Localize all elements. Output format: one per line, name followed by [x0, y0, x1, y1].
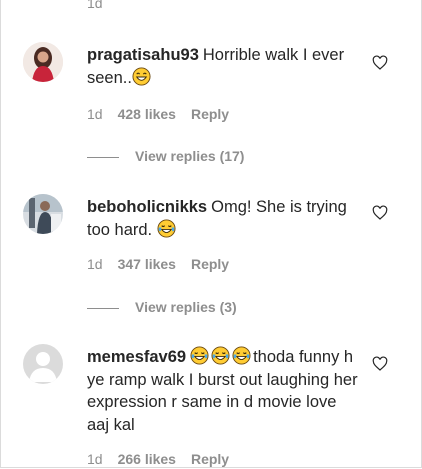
avatar[interactable] — [23, 344, 63, 384]
comment-body: beboholicnikks Omg! She is trying too har… — [87, 196, 359, 241]
avatar[interactable] — [23, 194, 63, 234]
like-heart-icon[interactable] — [372, 356, 388, 372]
tears-of-joy-emoji-icon — [232, 346, 251, 365]
view-replies-button[interactable]: View replies (17) — [87, 148, 244, 164]
tears-of-joy-emoji-icon — [211, 346, 230, 365]
replies-divider — [87, 307, 119, 309]
comment-meta: 1d 347 likes Reply — [87, 256, 244, 272]
previous-comment-timestamp: 1d — [87, 0, 103, 11]
reply-button[interactable]: Reply — [191, 256, 229, 272]
comment-username[interactable]: memesfav69 — [87, 348, 186, 366]
view-replies-label[interactable]: View replies (3) — [135, 299, 237, 315]
comment-timestamp: 1d — [87, 106, 103, 122]
likes-count[interactable]: 266 likes — [118, 451, 176, 467]
like-heart-icon[interactable] — [372, 55, 388, 71]
reply-button[interactable]: Reply — [191, 106, 229, 122]
view-replies-button[interactable]: View replies (3) — [87, 299, 237, 315]
tears-of-joy-emoji-icon — [190, 346, 209, 365]
comment-body: memesfav69 thoda funny h ye ramp walk I b… — [87, 346, 359, 436]
grinning-face-emoji-icon — [132, 66, 151, 86]
comment-username[interactable]: beboholicnikks — [87, 198, 207, 216]
likes-count[interactable]: 428 likes — [118, 106, 176, 122]
comment-timestamp: 1d — [87, 451, 103, 467]
comment-meta: 1d 428 likes Reply — [87, 106, 244, 122]
comment-body: pragatisahu93 Horrible walk I ever seen.. — [87, 44, 359, 89]
view-replies-label[interactable]: View replies (17) — [135, 148, 244, 164]
likes-count[interactable]: 347 likes — [118, 256, 176, 272]
avatar[interactable] — [23, 42, 63, 82]
comment-timestamp: 1d — [87, 256, 103, 272]
replies-divider — [87, 156, 119, 158]
comment-meta: 1d 266 likes Reply — [87, 451, 244, 467]
comments-panel: 1d pragatisahu93 Horrible walk I ever see… — [0, 0, 422, 468]
like-heart-icon[interactable] — [372, 205, 388, 221]
reply-button[interactable]: Reply — [191, 451, 229, 467]
comment-username[interactable]: pragatisahu93 — [87, 46, 199, 64]
tears-of-joy-emoji-icon — [157, 218, 176, 238]
